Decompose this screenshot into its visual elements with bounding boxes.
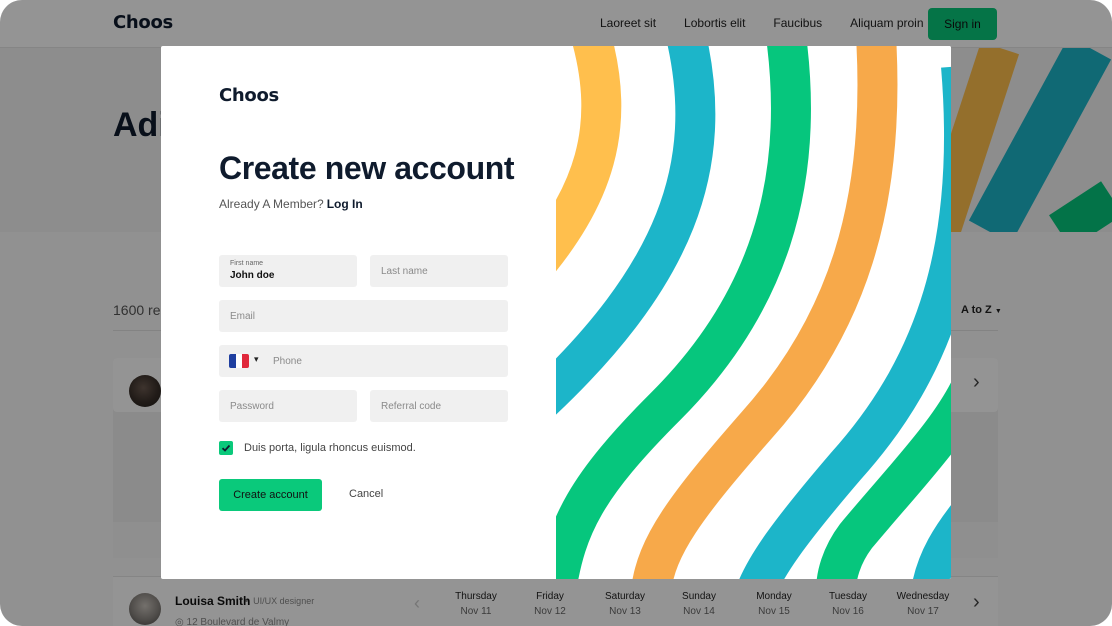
member-prompt-text: Already A Member? [219, 197, 324, 211]
wave-stripes-art [556, 46, 951, 579]
check-icon [221, 444, 231, 452]
email-field[interactable]: Email [219, 300, 508, 332]
email-placeholder: Email [230, 311, 256, 322]
consent-checkbox[interactable] [219, 441, 233, 455]
create-account-modal: Choos Create new account Already A Membe… [161, 46, 951, 579]
modal-title: Create new account [219, 150, 515, 186]
phone-placeholder: Phone [273, 356, 302, 367]
last-name-field[interactable]: Last name [370, 255, 508, 287]
first-name-label: First name [230, 260, 264, 267]
referral-placeholder: Referral code [381, 401, 442, 412]
password-placeholder: Password [230, 401, 274, 412]
cancel-button[interactable]: Cancel [349, 488, 383, 500]
phone-field[interactable]: ▾ Phone [219, 345, 508, 377]
first-name-value: John doe [230, 270, 275, 281]
login-link[interactable]: Log In [327, 197, 363, 211]
wave-stripes-illustration [556, 46, 951, 579]
member-prompt: Already A Member? Log In [219, 197, 363, 211]
france-flag-icon[interactable] [229, 354, 249, 368]
first-name-field[interactable]: First name John doe [219, 255, 357, 287]
chevron-down-icon[interactable]: ▾ [254, 354, 259, 365]
referral-code-field[interactable]: Referral code [370, 390, 508, 422]
modal-logo: Choos [219, 85, 279, 106]
create-account-button[interactable]: Create account [219, 479, 322, 511]
password-field[interactable]: Password [219, 390, 357, 422]
app-window: Choos Laoreet sit Lobortis elit Faucibus… [0, 0, 1112, 626]
last-name-placeholder: Last name [381, 266, 428, 277]
consent-label: Duis porta, ligula rhoncus euismod. [244, 442, 416, 454]
